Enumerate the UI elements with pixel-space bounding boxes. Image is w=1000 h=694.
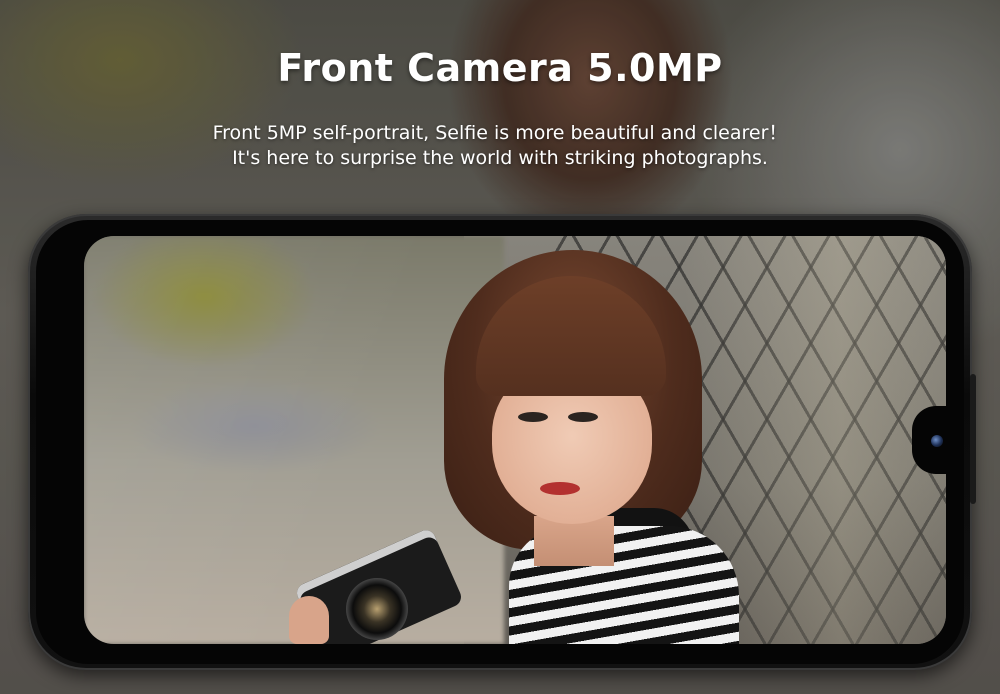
page-title: Front Camera 5.0MP bbox=[277, 46, 723, 90]
camera-lens bbox=[346, 578, 408, 640]
woman-hand bbox=[289, 596, 329, 644]
woman-lips bbox=[540, 482, 580, 495]
woman-right-eye bbox=[568, 412, 598, 422]
subtitle-line-2: It's here to surprise the world with str… bbox=[232, 147, 768, 169]
phone-side-button bbox=[970, 374, 976, 504]
front-camera-icon bbox=[931, 435, 943, 447]
woman-left-eye bbox=[518, 412, 548, 422]
phone-screen bbox=[84, 236, 946, 644]
subtitle-line-1: Front 5MP self-portrait, Selfie is more … bbox=[212, 122, 788, 144]
